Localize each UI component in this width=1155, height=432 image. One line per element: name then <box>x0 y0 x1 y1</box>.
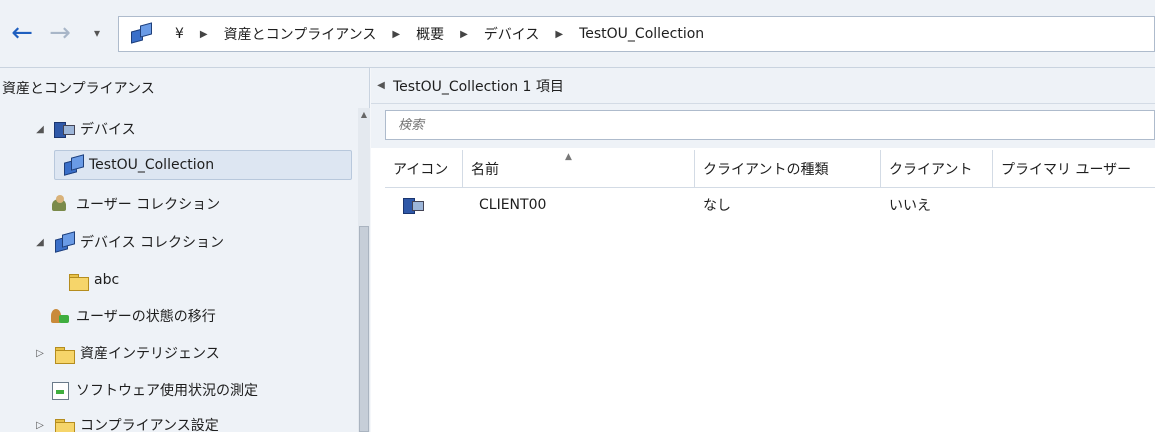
scroll-up-icon[interactable]: ▲ <box>358 108 370 122</box>
column-header-client-type[interactable]: クライアントの種類 <box>695 150 881 188</box>
tree-item-label: コンプライアンス設定 <box>80 418 219 432</box>
tree-item-label: abc <box>94 272 120 288</box>
expand-icon[interactable]: ◢ <box>32 124 48 135</box>
search-row <box>371 104 1155 148</box>
collection-icon <box>63 156 83 174</box>
breadcrumb-separator-icon[interactable]: ▶ <box>392 29 400 40</box>
pane-title: 資産とコンプライアンス <box>2 81 155 97</box>
tree-item-label: TestOU_Collection <box>89 157 215 173</box>
tree-item-asset-intelligence[interactable]: ▷ 資産インテリジェンス <box>32 338 220 368</box>
row-icon-cell <box>395 189 463 221</box>
tree-item-user-state-migration[interactable]: ユーザーの状態の移行 <box>50 301 216 331</box>
breadcrumb[interactable]: ¥ ▶ 資産とコンプライアンス ▶ 概要 ▶ デバイス ▶ TestOU_Col… <box>118 16 1155 52</box>
scrollbar-thumb[interactable] <box>359 226 369 432</box>
collapse-pane-icon[interactable]: ◀ <box>371 80 391 91</box>
history-dropdown-icon[interactable]: ▾ <box>88 18 106 48</box>
search-input[interactable] <box>386 111 1154 139</box>
breadcrumb-separator-icon[interactable]: ▶ <box>460 29 468 40</box>
tree-item-label: ソフトウェア使用状況の測定 <box>76 383 258 399</box>
vertical-scrollbar[interactable]: ▲ <box>358 108 370 432</box>
column-header-icon[interactable]: アイコン <box>385 150 463 188</box>
tree-item-software-metering[interactable]: ソフトウェア使用状況の測定 <box>50 375 258 405</box>
tree-item-abc[interactable]: abc <box>68 265 119 295</box>
address-bar: ← → ▾ ¥ ▶ 資産とコンプライアンス ▶ 概要 ▶ デバイス ▶ Test… <box>0 0 1155 68</box>
table-row[interactable]: CLIENT00 なし いいえ <box>385 189 1155 221</box>
column-header-primary-user[interactable]: プライマリ ユーザー <box>993 150 1155 188</box>
breadcrumb-root[interactable]: ¥ <box>175 26 184 42</box>
folder-icon <box>54 344 75 364</box>
tree-item-user-collections[interactable]: ユーザー コレクション <box>50 189 220 219</box>
forward-arrow-icon[interactable]: → <box>44 18 76 48</box>
tree-item-label: デバイス <box>80 122 136 138</box>
tree-item-label: デバイス コレクション <box>80 235 225 251</box>
column-header-name[interactable]: 名前 <box>463 150 695 188</box>
collection-icon <box>131 22 153 44</box>
row-client-type: なし <box>703 198 731 214</box>
navigation-pane: 資産とコンプライアンス ◢ デバイス TestOU_Collection ユーザ… <box>0 68 370 432</box>
folder-icon <box>68 271 89 291</box>
content-pane: ◀ TestOU_Collection 1 項目 アイコン 名前 ▲ クライアン… <box>371 68 1155 432</box>
tree-item-label: ユーザーの状態の移行 <box>76 309 216 325</box>
search-box[interactable] <box>385 110 1155 140</box>
content-header: ◀ TestOU_Collection 1 項目 <box>371 68 1155 104</box>
tree-item-testou-collection[interactable]: TestOU_Collection <box>54 150 352 180</box>
breadcrumb-devices[interactable]: デバイス <box>484 24 540 44</box>
breadcrumb-assets[interactable]: 資産とコンプライアンス <box>224 24 377 44</box>
device-icon <box>403 196 424 214</box>
folder-icon <box>54 416 75 432</box>
row-primary-user <box>993 189 1155 221</box>
breadcrumb-separator-icon[interactable]: ▶ <box>200 29 208 40</box>
device-collection-icon <box>54 233 74 251</box>
tree-item-label: 資産インテリジェンス <box>80 346 220 362</box>
user-collection-icon <box>50 195 70 213</box>
expand-icon[interactable]: ▷ <box>32 348 48 359</box>
software-metering-icon <box>50 381 70 400</box>
devices-icon <box>54 120 75 138</box>
breadcrumb-separator-icon[interactable]: ▶ <box>555 29 563 40</box>
tree-item-label: ユーザー コレクション <box>76 197 221 213</box>
content-title: TestOU_Collection 1 項目 <box>393 78 564 95</box>
tree-item-device-collections[interactable]: ◢ デバイス コレクション <box>32 227 224 257</box>
breadcrumb-collection[interactable]: TestOU_Collection <box>579 26 704 42</box>
expand-icon[interactable]: ◢ <box>32 237 48 248</box>
row-client: いいえ <box>889 198 931 214</box>
tree-item-devices[interactable]: ◢ デバイス <box>32 114 136 144</box>
sort-ascending-icon: ▲ <box>565 152 572 162</box>
row-name: CLIENT00 <box>479 197 547 213</box>
table-header: アイコン 名前 ▲ クライアントの種類 クライアント プライマリ ユーザー <box>385 150 1155 188</box>
column-header-client[interactable]: クライアント <box>881 150 993 188</box>
tree-item-compliance-settings[interactable]: ▷ コンプライアンス設定 <box>32 410 219 432</box>
breadcrumb-overview[interactable]: 概要 <box>416 24 444 44</box>
back-arrow-icon[interactable]: ← <box>6 18 38 48</box>
user-state-migration-icon <box>50 307 70 325</box>
expand-icon[interactable]: ▷ <box>32 420 48 431</box>
